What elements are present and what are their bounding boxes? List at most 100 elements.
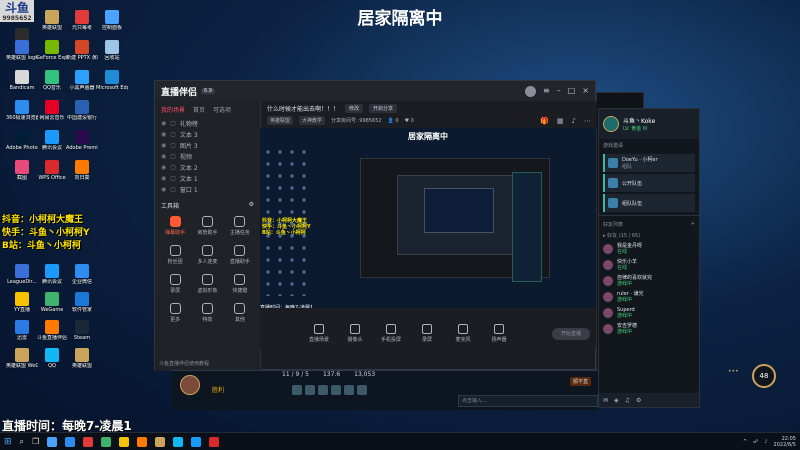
preview-tool-button[interactable]: 录屏 (416, 324, 438, 343)
start-live-button[interactable]: 开始直播 (552, 328, 590, 340)
friend-item[interactable]: 快乐小羊 在线 (599, 257, 699, 273)
desktop-icon[interactable]: 向日葵 (66, 158, 98, 192)
scene-item[interactable]: ◉ ▢ 窗口 1 (155, 184, 260, 195)
eye-icon[interactable]: ◉ (161, 120, 166, 127)
taskbar-app-icon[interactable] (119, 436, 130, 447)
more-icon[interactable]: ⋯ (584, 117, 591, 125)
lock-icon[interactable]: ▢ (170, 131, 176, 138)
preview-tool-button[interactable]: 摄像头 (344, 324, 366, 343)
scene-tab[interactable]: 我的场景 (161, 105, 185, 114)
desktop-icon[interactable]: 回收站 (96, 38, 128, 72)
desktop-icon[interactable]: 元只每考 (66, 8, 98, 42)
scene-item[interactable]: ◉ ▢ 文本 2 (155, 162, 260, 173)
chevron-up-icon[interactable]: ^ (743, 439, 747, 445)
lock-icon[interactable]: ▢ (170, 153, 176, 160)
desktop-icon[interactable]: 截图 (6, 158, 38, 192)
eye-icon[interactable]: ◉ (161, 153, 166, 160)
chat-icon[interactable]: ✉ (603, 397, 608, 404)
desktop-icon[interactable]: QQ音乐 (36, 68, 68, 102)
lock-icon[interactable]: ▢ (170, 175, 176, 182)
maximize-icon[interactable]: □ (568, 86, 576, 97)
network-icon[interactable]: ☍ (753, 439, 758, 445)
desktop-icon[interactable]: 网易云音乐 (36, 98, 68, 132)
toolbox-item[interactable]: 多人连麦 (191, 243, 223, 270)
desktop-icon[interactable]: Microsoft Edge (96, 68, 128, 102)
close-icon[interactable]: × (582, 86, 589, 97)
desktop-icon[interactable]: 中国建设银行 (66, 98, 98, 132)
calendar-icon[interactable]: ▦ (557, 117, 564, 125)
friend-item[interactable]: 我是金丹呀 在线 (599, 241, 699, 257)
invite-card[interactable]: 组队队伍 (603, 194, 695, 212)
edit-title-button[interactable]: 修改 (345, 104, 364, 113)
windows-start-icon[interactable]: ⊞ (4, 437, 12, 447)
eye-icon[interactable]: ◉ (161, 164, 166, 171)
scene-item[interactable]: ◉ ▢ 文本 1 (155, 173, 260, 184)
toolbox-item[interactable]: 虚拟形象 (191, 272, 223, 299)
lock-icon[interactable]: ▢ (170, 164, 176, 171)
mission-icon[interactable]: ◈ (614, 397, 619, 404)
scene-item[interactable]: ◉ ▢ 文本 3 (155, 129, 260, 140)
friends-group[interactable]: ▸ 好友 (15 / 65) (599, 230, 699, 241)
invite-card[interactable]: DoeYu · 小柯er 组队 (603, 154, 695, 172)
preview-tool-button[interactable]: 扬声器 (488, 324, 510, 343)
search-icon[interactable]: ⌕ (20, 437, 24, 447)
friend-item[interactable]: Superd 游戏中 (599, 305, 699, 321)
lock-icon[interactable]: ▢ (170, 120, 176, 127)
taskbar-app-icon[interactable] (83, 436, 94, 447)
clock[interactable]: 22:05 2022/6/5 (774, 436, 796, 448)
desktop-icon[interactable]: 小黑声画器 (66, 68, 98, 102)
desktop-icon[interactable]: 360极速浏览器 (6, 98, 38, 132)
friend-item[interactable]: ruler · 谦光 游戏中 (599, 289, 699, 305)
toolbox-item[interactable]: 粉丝团 (159, 243, 191, 270)
taskbar-app-icon[interactable] (47, 436, 58, 447)
category-tag[interactable]: 英雄联盟 (267, 116, 294, 125)
desktop-icon[interactable]: GeForce Experience (36, 38, 68, 72)
user-avatar[interactable] (525, 85, 537, 97)
taskbar-app-icon[interactable] (155, 436, 166, 447)
share-button[interactable]: 开启分享 (369, 104, 398, 113)
taskbar-app-icon[interactable] (191, 436, 202, 447)
toolbox-item[interactable]: 其他 (224, 301, 256, 328)
desktop-icon[interactable]: 腾讯会议 (36, 128, 68, 162)
minimize-icon[interactable]: – (557, 86, 561, 97)
gear-icon[interactable]: ⚙ (249, 201, 254, 210)
desktop-icon[interactable]: Adobe Photosh... (6, 128, 38, 162)
eye-icon[interactable]: ◉ (161, 142, 166, 149)
eye-icon[interactable]: ◉ (161, 175, 166, 182)
lock-icon[interactable]: ▢ (170, 186, 176, 193)
eye-icon[interactable]: ◉ (161, 131, 166, 138)
preview-tool-button[interactable]: 直播场景 (308, 324, 330, 343)
task-view-icon[interactable]: ❐ (32, 437, 39, 446)
taskbar-app-icon[interactable] (173, 436, 184, 447)
chat-input[interactable]: 点击输入... (458, 395, 598, 407)
toolbox-item[interactable]: 录屏 (159, 272, 191, 299)
scene-tab[interactable]: 首页 (193, 105, 205, 114)
profile-avatar[interactable] (603, 116, 619, 132)
toolbox-item[interactable]: 主播任务 (224, 214, 256, 241)
desktop-icon[interactable]: WPS Office (36, 158, 68, 192)
toolbox-item[interactable]: 弹幕助手 (159, 214, 191, 241)
toolbox-item[interactable]: 房管助手 (191, 214, 223, 241)
desktop-icon[interactable]: 控制面板 (96, 8, 128, 42)
desktop-icon[interactable]: 英雄联盟 (36, 8, 68, 42)
preview-tool-button[interactable]: 麦克风 (452, 324, 474, 343)
menu-icon[interactable]: ≡ (543, 86, 550, 97)
toolbox-item[interactable]: 更多 (159, 301, 191, 328)
desktop-icon[interactable]: 英雄联盟 login (6, 38, 38, 72)
desktop-icon[interactable]: Adobe Premie... (66, 128, 98, 162)
add-friend-icon[interactable]: + (691, 221, 695, 228)
lock-icon[interactable]: ▢ (170, 142, 176, 149)
friend-item[interactable]: 自律的喜欢就完 游戏中 (599, 273, 699, 289)
scene-item[interactable]: ◉ ▢ 图片 3 (155, 140, 260, 151)
desktop-icon[interactable]: Bandicam (6, 68, 38, 102)
toolbox-item[interactable]: 特效 (191, 301, 223, 328)
volume-icon[interactable]: ♪ (764, 439, 767, 445)
invite-card[interactable]: 公开队伍 (603, 174, 695, 192)
preview-tool-button[interactable]: 手机投屏 (380, 324, 402, 343)
taskbar-app-icon[interactable] (65, 436, 76, 447)
bell-icon[interactable]: ♪ (572, 117, 576, 125)
taskbar-app-icon[interactable] (101, 436, 112, 447)
toolbox-item[interactable]: 快捷键 (224, 272, 256, 299)
voice-icon[interactable]: ♫ (625, 397, 630, 404)
scene-tab[interactable]: 可选项 (213, 105, 231, 114)
